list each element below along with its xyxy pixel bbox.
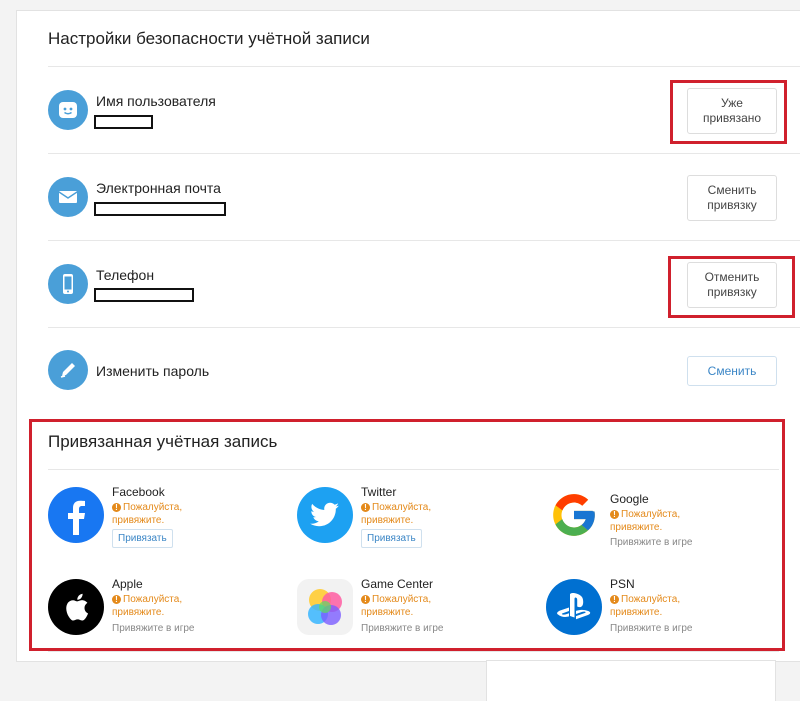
- user-face-icon: [48, 90, 88, 130]
- divider: [48, 327, 800, 328]
- divider: [48, 153, 800, 154]
- username-label: Имя пользователя: [96, 93, 216, 109]
- bottom-partial-box: [486, 660, 776, 701]
- security-settings-title: Настройки безопасности учётной записи: [48, 29, 370, 48]
- change-password-button[interactable]: Сменить: [687, 356, 777, 386]
- envelope-icon: [48, 177, 88, 217]
- divider: [48, 651, 779, 652]
- pencil-icon: [48, 350, 88, 390]
- change-password-label: Изменить пароль: [96, 363, 210, 379]
- email-change-binding-button[interactable]: Сменить привязку: [687, 175, 777, 221]
- highlight-box-username-button: [670, 80, 787, 144]
- divider: [48, 66, 800, 67]
- email-label: Электронная почта: [96, 180, 221, 196]
- highlight-box-phone-button: [668, 256, 795, 318]
- divider: [48, 240, 800, 241]
- email-value-masked: [94, 202, 226, 216]
- username-value-masked: [94, 115, 153, 129]
- phone-icon: [48, 264, 88, 304]
- phone-value-masked: [94, 288, 194, 302]
- phone-label: Телефон: [96, 267, 155, 283]
- highlight-box-linked-accounts: [29, 419, 785, 651]
